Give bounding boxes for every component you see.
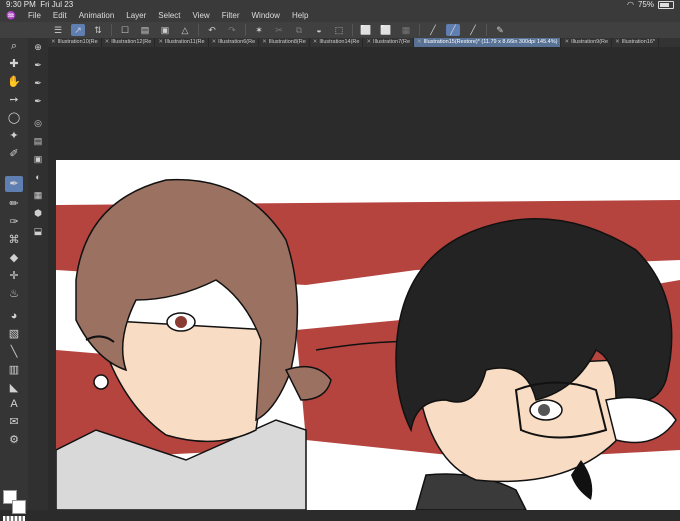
canvas-tab[interactable]: ✕ Illustration12(Re — [102, 38, 156, 47]
brush-icon[interactable]: ✑ — [5, 214, 23, 230]
export-icon[interactable]: △ — [178, 24, 192, 36]
pencil-icon[interactable]: ✏ — [5, 196, 23, 212]
airbrush-icon[interactable]: ⌘ — [5, 232, 23, 248]
transparent-color-swatch[interactable] — [3, 516, 25, 521]
canvas-tab[interactable]: ✕ Illustration14(Re — [310, 38, 364, 47]
canvas-tab[interactable]: ✕ Illustration6(Re — [209, 38, 260, 47]
battery-percent: 75% — [637, 0, 654, 9]
navigator-icon[interactable]: ▣ — [31, 152, 45, 166]
save-icon[interactable]: ▣ — [158, 24, 172, 36]
hand-icon[interactable]: ✋ — [5, 74, 23, 90]
drawing-canvas[interactable] — [56, 160, 680, 510]
open-folder-icon[interactable]: ▤ — [138, 24, 152, 36]
correct-line-icon[interactable]: ⚙ — [5, 432, 23, 448]
color-wheel-icon[interactable]: ◐ — [31, 170, 45, 184]
object-select-icon[interactable]: ➙ — [5, 92, 23, 108]
menu-help[interactable]: Help — [286, 10, 314, 22]
mapping-pen-icon[interactable]: ✒ — [31, 76, 45, 90]
liquify-icon[interactable]: ♨ — [5, 286, 23, 302]
frame-icon[interactable]: ▥ — [5, 362, 23, 378]
pen-icon[interactable]: ✒ — [5, 176, 23, 192]
eyedropper-icon[interactable]: ✐ — [5, 146, 23, 162]
sub-color-swatch[interactable] — [12, 500, 26, 514]
canvas-tab[interactable]: ✕ Illustration16* — [612, 38, 660, 47]
canvas-tab[interactable]: ✕ Illustration7(Re — [363, 38, 415, 47]
object-icon[interactable]: ⬢ — [31, 206, 45, 220]
fill-icon[interactable]: ◒ — [312, 24, 326, 36]
ruler-icon[interactable]: ◣ — [5, 380, 23, 396]
eraser-icon[interactable]: ◆ — [5, 250, 23, 266]
status-time: 9:30 PM Fri Jul 23 — [6, 0, 74, 9]
menu-animation[interactable]: Animation — [73, 10, 121, 22]
tool-cursor-icon[interactable]: ↗ — [71, 24, 85, 36]
sub-tool-palette: ⊕ ✒ ✒ ✒ ◎ ▤ ▣ ◐ ▦ ⬢ ⬓ — [28, 38, 49, 510]
move-icon[interactable]: ✚ — [5, 56, 23, 72]
select-all-icon[interactable]: ▦ — [399, 24, 413, 36]
menu-select[interactable]: Select — [152, 10, 186, 22]
lollipop — [93, 374, 109, 390]
battery-icon — [658, 1, 674, 9]
snap-grid-icon[interactable]: ╱ — [466, 24, 480, 36]
invert-selection-icon[interactable]: ⬜ — [379, 24, 393, 36]
app-logo-icon[interactable]: ♒ — [0, 10, 22, 22]
ios-status-bar: 9:30 PM Fri Jul 23 ◠ 75% — [0, 0, 680, 10]
snap-special-ruler-icon[interactable]: ╱ — [446, 24, 460, 36]
settings-icon[interactable]: ✎ — [493, 24, 507, 36]
color-swatches[interactable] — [3, 488, 27, 518]
clear-icon[interactable]: ✶ — [252, 24, 266, 36]
material-icon[interactable]: ▦ — [31, 188, 45, 202]
balloon-icon[interactable]: ✉ — [5, 414, 23, 430]
menu-file[interactable]: File — [22, 10, 47, 22]
menu-edit[interactable]: Edit — [47, 10, 73, 22]
menu-filter[interactable]: Filter — [216, 10, 246, 22]
g-pen-icon[interactable]: ✒ — [31, 58, 45, 72]
canvas-tab[interactable]: ✕ Illustration9(Re — [561, 38, 613, 47]
cut-icon[interactable]: ✂ — [272, 24, 286, 36]
lasso-icon[interactable]: ◯ — [5, 110, 23, 126]
wifi-icon: ◠ — [627, 0, 634, 9]
layer-property-icon[interactable]: ◎ — [31, 116, 45, 130]
tool-palette: ⌕ ✚ ✋ ➙ ◯ ✦ ✐ ✒ ✏ ✑ ⌘ ◆ ✛ ♨ ◕ ▧ ╲ ▥ ◣ A … — [0, 38, 29, 521]
magic-wand-icon[interactable]: ✦ — [5, 128, 23, 144]
artwork — [56, 178, 680, 510]
menu-layer[interactable]: Layer — [120, 10, 152, 22]
snap-ruler-icon[interactable]: ╱ — [426, 24, 440, 36]
layer-list-icon[interactable]: ▤ — [31, 134, 45, 148]
zoom-in-icon[interactable]: ⊕ — [31, 40, 45, 54]
zoom-icon[interactable]: ⌕ — [5, 38, 23, 54]
menu-window[interactable]: Window — [246, 10, 286, 22]
blend-icon[interactable]: ✛ — [5, 268, 23, 284]
turnip-pen-icon[interactable]: ✒ — [31, 94, 45, 108]
canvas-tab[interactable]: ✕ Illustration11(Re — [155, 38, 209, 47]
gradient-icon[interactable]: ▧ — [5, 326, 23, 342]
hamburger-menu-icon[interactable]: ☰ — [51, 24, 65, 36]
transform-icon[interactable]: ⬚ — [332, 24, 346, 36]
canvas-tab[interactable]: ✕ Illustration8(Re — [259, 38, 310, 47]
undo-icon[interactable]: ↶ — [205, 24, 219, 36]
deselect-icon[interactable]: ⬜ — [359, 24, 373, 36]
menu-bar: ♒ File Edit Animation Layer Select View … — [0, 10, 680, 22]
menu-view[interactable]: View — [187, 10, 216, 22]
text-icon[interactable]: A — [5, 396, 23, 412]
command-bar: ☰ ↗ ⇅ ☐ ▤ ▣ △ ↶ ↷ ✶ ✂ ⧉ ◒ ⬚ ⬜ ⬜ ▦ ╱ ╱ ╱ … — [0, 22, 680, 39]
canvas-tab[interactable]: ✕ Illustration10(Re — [48, 38, 102, 47]
canvas-tab-active[interactable]: ✕ Illustration15(Restore)* (11.79 x 8.66i… — [414, 38, 562, 47]
redo-icon[interactable]: ↷ — [225, 24, 239, 36]
line-icon[interactable]: ╲ — [5, 344, 23, 360]
up-down-stepper-icon[interactable]: ⇅ — [91, 24, 105, 36]
canvas-tab-bar: ✕ Illustration10(Re ✕ Illustration12(Re ✕ I… — [48, 38, 680, 47]
copy-icon[interactable]: ⧉ — [292, 24, 306, 36]
new-file-icon[interactable]: ☐ — [118, 24, 132, 36]
fill-bucket-icon[interactable]: ◕ — [5, 308, 23, 324]
history-icon[interactable]: ⬓ — [31, 224, 45, 238]
